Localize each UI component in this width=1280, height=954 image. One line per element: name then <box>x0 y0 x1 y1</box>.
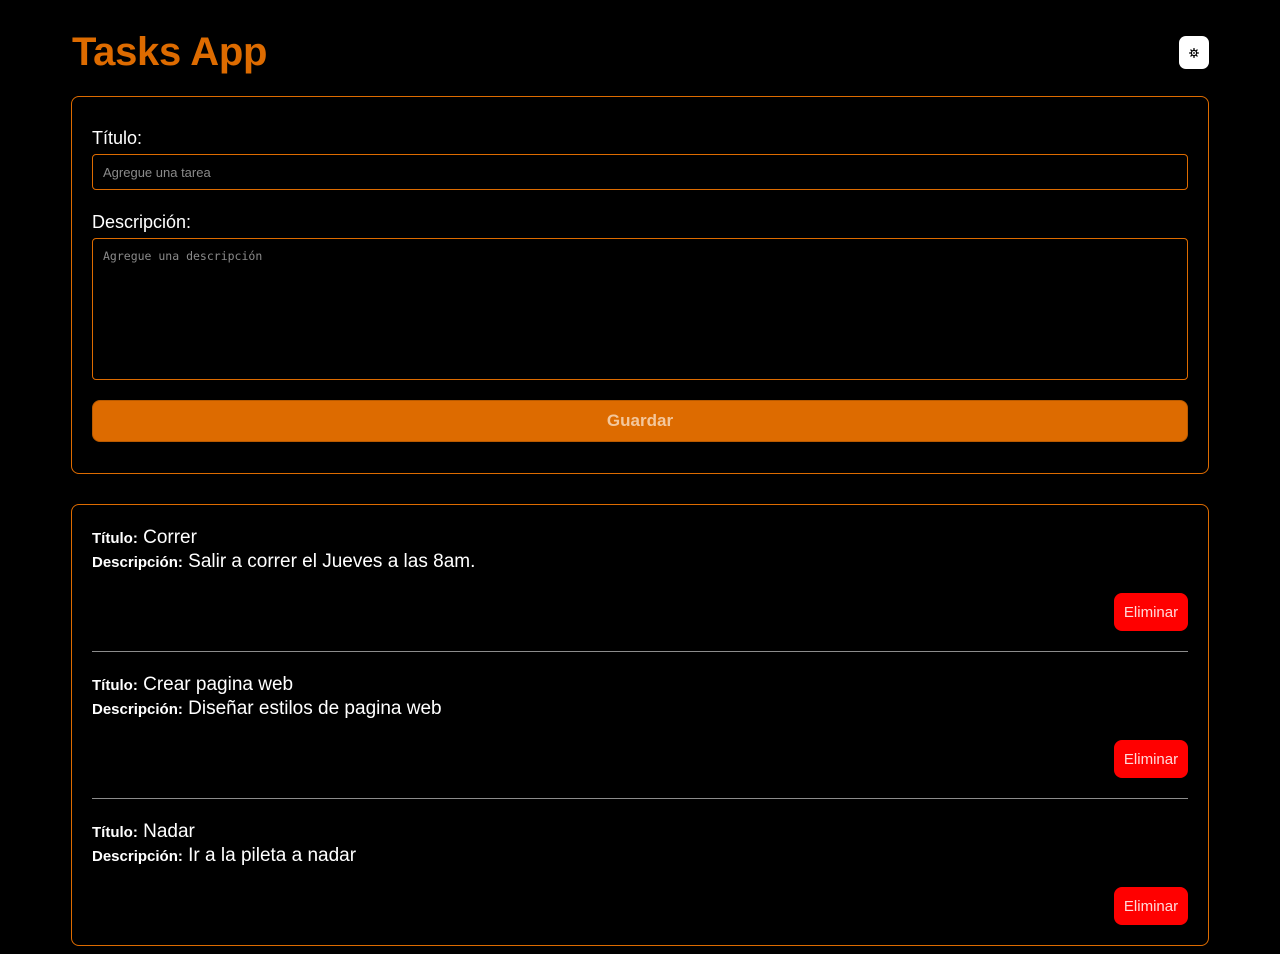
task-title-prefix: Título: <box>92 677 138 694</box>
task-description-text: Salir a correr el Jueves a las 8am. <box>188 551 476 572</box>
task-description-prefix: Descripción: <box>92 848 183 865</box>
task-title: Título: Nadar <box>92 820 195 845</box>
task-item: Título: Crear pagina web Descripción: Di… <box>92 652 1188 799</box>
task-description-prefix: Descripción: <box>92 701 183 718</box>
app-header: Tasks App <box>71 0 1209 96</box>
task-description: Descripción: Ir a la pileta a nadar <box>92 844 356 869</box>
title-label: Título: <box>92 128 143 148</box>
delete-button[interactable]: Eliminar <box>1114 740 1188 778</box>
delete-button[interactable]: Eliminar <box>1114 887 1188 925</box>
delete-button[interactable]: Eliminar <box>1114 593 1188 631</box>
task-item: Título: Correr Descripción: Salir a corr… <box>92 505 1188 652</box>
task-title-text: Nadar <box>143 821 195 842</box>
task-description-prefix: Descripción: <box>92 554 183 571</box>
task-description: Descripción: Salir a correr el Jueves a … <box>92 550 475 575</box>
task-description-text: Diseñar estilos de pagina web <box>188 698 442 719</box>
task-description: Descripción: Diseñar estilos de pagina w… <box>92 697 442 722</box>
task-title-prefix: Título: <box>92 824 138 841</box>
task-title: Título: Correr <box>92 526 197 551</box>
task-title-text: Correr <box>143 527 197 548</box>
task-form: Título: Descripción: Guardar <box>71 96 1209 474</box>
theme-toggle-button[interactable] <box>1179 36 1209 69</box>
task-title: Título: Crear pagina web <box>92 673 293 698</box>
app-container: Tasks App Título: Agregue una tarea Desc… <box>71 0 1209 946</box>
description-label: Descripción: <box>92 212 192 232</box>
task-description-text: Ir a la pileta a nadar <box>188 845 357 866</box>
app-title: Tasks App <box>72 30 268 74</box>
gear-icon <box>1189 47 1199 58</box>
save-button[interactable]: Guardar <box>92 400 1188 442</box>
task-title-text: Crear pagina web <box>143 674 294 695</box>
title-input[interactable] <box>92 154 1188 190</box>
task-title-prefix: Título: <box>92 530 138 547</box>
task-list: Título: Correr Descripción: Salir a corr… <box>71 504 1209 946</box>
task-item: Título: Nadar Descripción: Ir a la pilet… <box>92 799 1188 946</box>
description-input[interactable] <box>92 238 1188 380</box>
